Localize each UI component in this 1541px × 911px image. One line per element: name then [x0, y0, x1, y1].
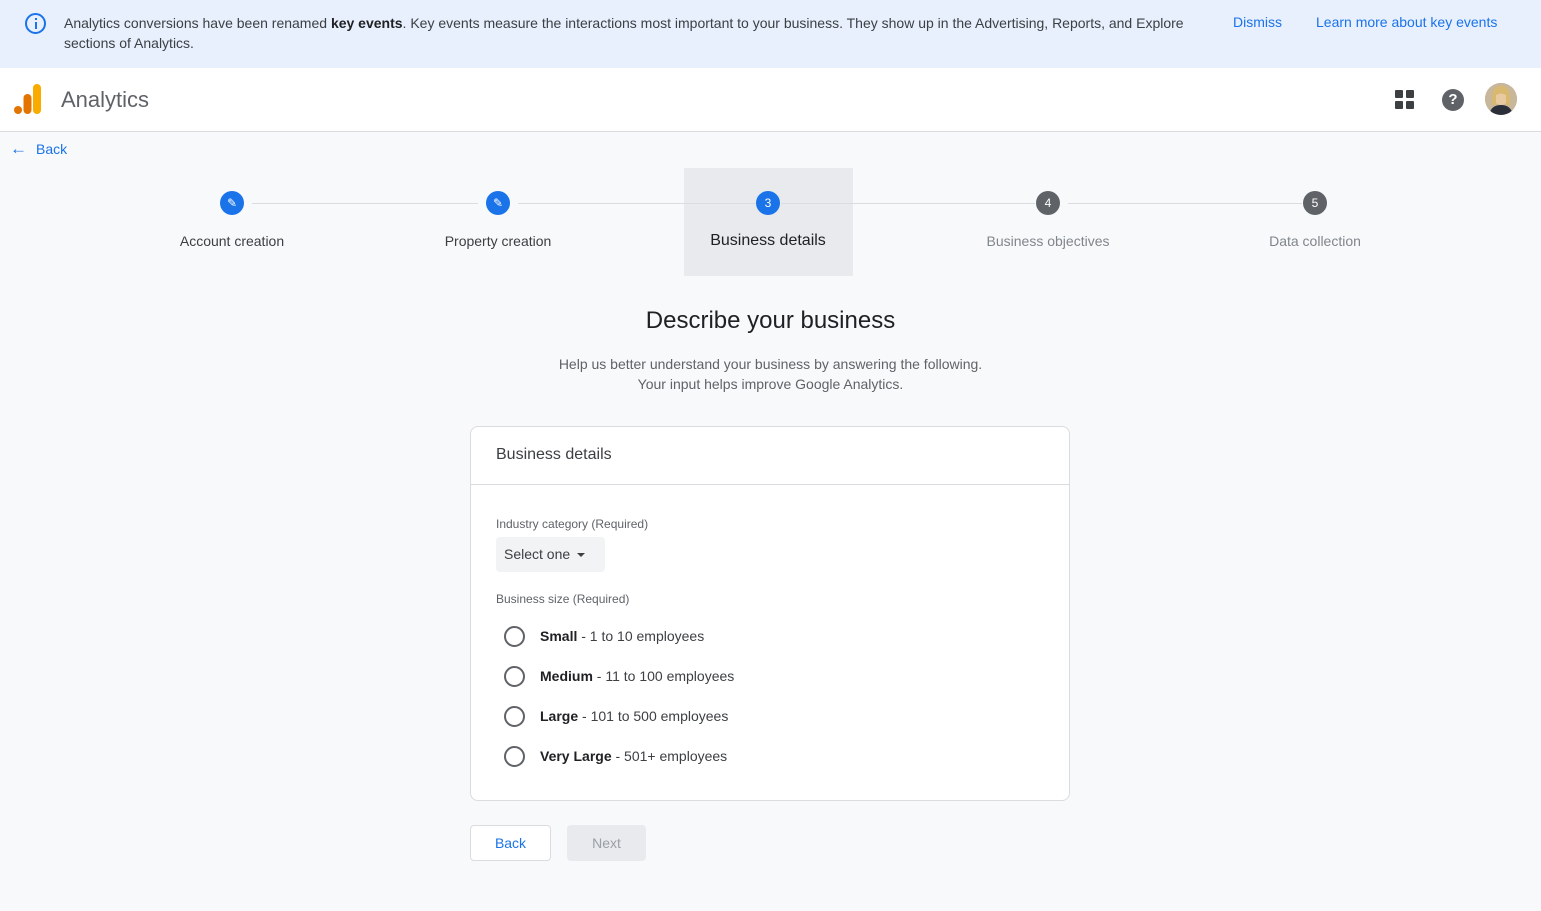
- radio-button[interactable]: [504, 745, 525, 767]
- app-header: Analytics ?: [0, 68, 1541, 132]
- step-connector: [518, 203, 756, 204]
- back-link-label: Back: [36, 141, 68, 157]
- industry-category-label: Industry category (Required): [496, 517, 649, 531]
- business-size-option-small[interactable]: Small - 1 to 10 employees: [504, 625, 704, 647]
- avatar[interactable]: [1485, 83, 1517, 115]
- info-icon: [25, 13, 46, 34]
- page-subtitle-line-1: Help us better understand your business …: [558, 356, 983, 372]
- business-size-label: Business size (Required): [496, 592, 630, 606]
- step-label-account-creation[interactable]: Account creation: [180, 233, 284, 249]
- option-name: Very Large: [540, 748, 612, 764]
- option-label: Medium - 11 to 100 employees: [540, 668, 734, 684]
- business-size-option-medium[interactable]: Medium - 11 to 100 employees: [504, 665, 734, 687]
- option-name: Medium: [540, 668, 593, 684]
- card-divider: [471, 484, 1069, 485]
- analytics-logo[interactable]: [14, 84, 42, 114]
- avatar-image: [1485, 83, 1517, 115]
- page-title: Describe your business: [645, 307, 896, 334]
- option-label: Small - 1 to 10 employees: [540, 628, 704, 644]
- step-5-number: 5: [1303, 191, 1327, 215]
- option-label: Very Large - 501+ employees: [540, 748, 727, 764]
- step-connector: [252, 203, 478, 204]
- step-label-business-details: Business details: [710, 232, 826, 249]
- industry-category-value: Select one: [504, 546, 571, 562]
- industry-category-select[interactable]: Select one: [496, 537, 605, 572]
- step-2-edit-icon[interactable]: ✎: [486, 191, 510, 215]
- help-icon[interactable]: ?: [1442, 89, 1464, 111]
- banner-text-start: Analytics conversions have been renamed: [64, 15, 331, 31]
- step-connector: [1068, 203, 1302, 204]
- option-name: Small: [540, 628, 578, 644]
- business-size-option-very-large[interactable]: Very Large - 501+ employees: [504, 745, 727, 767]
- step-1-edit-icon[interactable]: ✎: [220, 191, 244, 215]
- announcement-banner: Analytics conversions have been renamed …: [0, 0, 1541, 68]
- back-link[interactable]: ← Back: [10, 139, 68, 158]
- dismiss-button[interactable]: Dismiss: [1233, 14, 1282, 30]
- back-button[interactable]: Back: [470, 825, 551, 861]
- caret-down-icon: [577, 553, 585, 557]
- business-size-option-large[interactable]: Large - 101 to 500 employees: [504, 705, 728, 727]
- option-detail: - 501+ employees: [611, 748, 728, 764]
- option-detail: - 11 to 100 employees: [592, 668, 735, 684]
- learn-more-link[interactable]: Learn more about key events: [1316, 14, 1497, 30]
- radio-button[interactable]: [504, 665, 525, 687]
- app-title: Analytics: [61, 87, 150, 112]
- step-label-business-objectives: Business objectives: [986, 233, 1110, 249]
- apps-grid-icon[interactable]: [1395, 90, 1415, 110]
- step-label-data-collection: Data collection: [1269, 233, 1361, 249]
- next-button[interactable]: Next: [567, 825, 646, 861]
- option-detail: - 101 to 500 employees: [578, 708, 729, 724]
- banner-message: Analytics conversions have been renamed …: [64, 13, 1214, 53]
- option-detail: - 1 to 10 employees: [577, 628, 705, 644]
- arrow-left-icon: ←: [10, 139, 27, 158]
- radio-button[interactable]: [504, 625, 525, 647]
- business-details-card: Business details Industry category (Requ…: [470, 426, 1070, 801]
- banner-text-bold: key events: [330, 15, 403, 31]
- option-label: Large - 101 to 500 employees: [540, 708, 728, 724]
- step-connector: [781, 203, 1035, 204]
- current-step-highlight: [684, 168, 853, 276]
- page-subtitle-line-2: Your input helps improve Google Analytic…: [637, 376, 904, 392]
- step-3-number: 3: [756, 191, 780, 215]
- card-title: Business details: [496, 446, 612, 463]
- step-label-property-creation[interactable]: Property creation: [445, 233, 552, 249]
- option-name: Large: [540, 708, 579, 724]
- radio-button[interactable]: [504, 705, 525, 727]
- step-4-number: 4: [1036, 191, 1060, 215]
